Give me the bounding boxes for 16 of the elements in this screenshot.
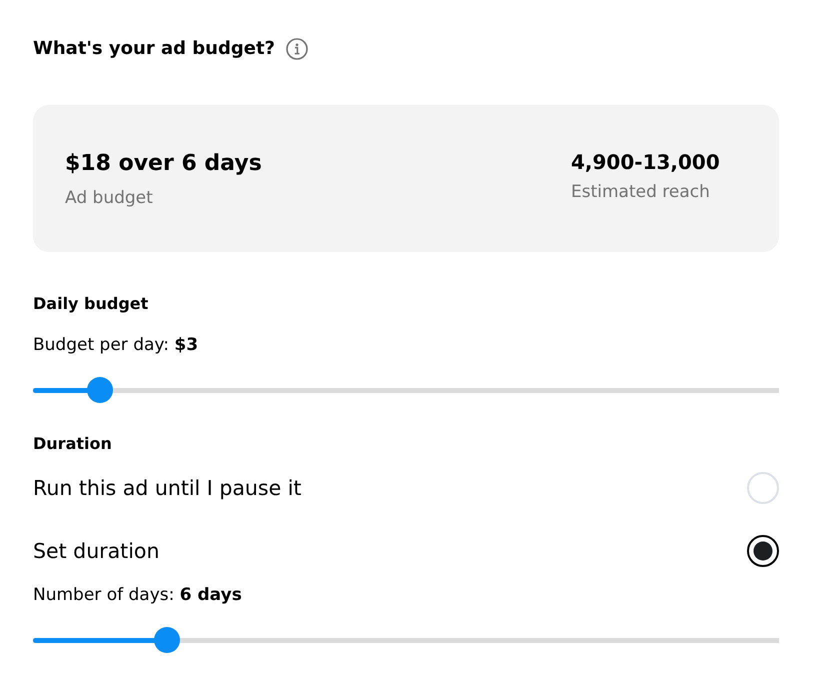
section-title: What's your ad budget? [33, 37, 275, 61]
budget-total: $18 over 6 days [65, 150, 262, 178]
duration-option[interactable]: Run this ad until I pause it [33, 475, 302, 501]
slider-thumb[interactable] [87, 377, 114, 403]
section-heading: Daily budget [33, 294, 150, 314]
info-icon[interactable] [286, 38, 308, 60]
reach-label: Estimated reach [571, 180, 711, 202]
reach-value: 4,900-13,000 [571, 148, 721, 174]
budget-per-day-text: Budget per day: $3 [33, 335, 200, 355]
budget-label: Ad budget [65, 186, 154, 208]
section-heading: Duration [33, 434, 113, 454]
slider-thumb[interactable] [154, 627, 180, 653]
number-of-days-text: Number of days: 6 days [33, 585, 243, 605]
radio-selected-icon[interactable] [747, 535, 779, 567]
duration-option[interactable]: Set duration [33, 538, 160, 564]
radio-icon[interactable] [747, 472, 779, 504]
